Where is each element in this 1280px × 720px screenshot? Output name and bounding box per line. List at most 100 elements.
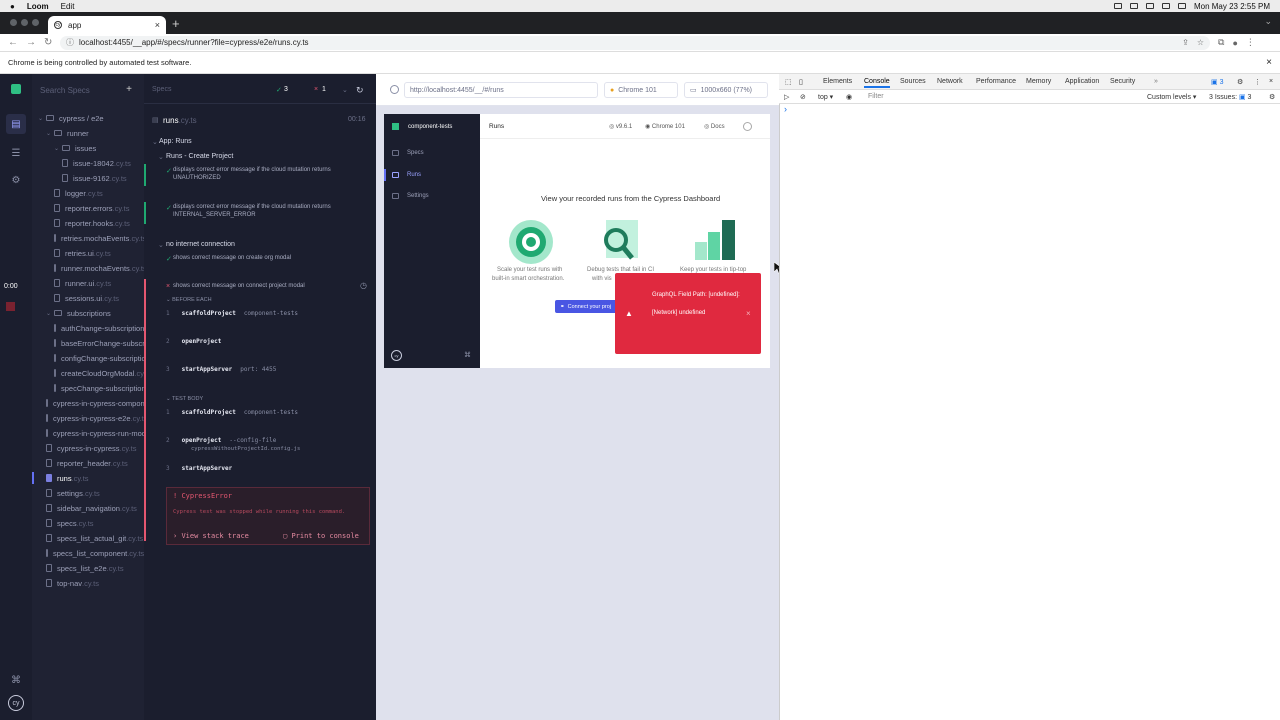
live-expression-icon[interactable]: ◉ [846,93,852,101]
spec-folder-row[interactable]: ⌄ subscriptions [32,306,144,320]
print-to-console-button[interactable]: ▢ Print to console [283,532,359,540]
status-icon[interactable] [1145,3,1154,9]
devtools-settings-icon[interactable]: ⚙ [1237,78,1243,86]
log-levels-dropdown[interactable]: Custom levels ▾ [1147,93,1196,101]
spec-file-row[interactable]: reporter.hooks .cy.ts [32,216,144,230]
specs-nav-icon[interactable]: ▤ [9,118,23,130]
preview-nav-runs[interactable]: Runs [392,172,421,178]
chevron-down-icon[interactable]: ⌄ [158,241,164,249]
tab-search-icon[interactable]: ⌄ [1264,16,1272,27]
test-title[interactable]: displays correct error message if the cl… [173,167,331,173]
devtools-tab-application[interactable]: Application [1065,78,1099,85]
command-row[interactable]: 2 openProject --config-file [166,437,276,444]
keyboard-shortcuts-icon[interactable]: ⌘ [464,351,471,359]
sub-suite-title[interactable]: Runs - Create Project [166,153,233,160]
spec-file-row[interactable]: configChange-subscription.cy.ts [32,351,144,365]
issues-badge[interactable]: ▣ 3 [1211,78,1223,86]
devtools-tab-network[interactable]: Network [937,78,963,85]
window-close-icon[interactable] [10,19,17,26]
devtools-tab-console[interactable]: Console [864,78,890,88]
infobar-close-icon[interactable]: × [1266,57,1272,68]
browser-tab[interactable]: cy app × [48,16,166,34]
devtools-close-icon[interactable]: × [1269,78,1273,85]
spec-file-row[interactable]: cypress-in-cypress-component.cy.ts [32,396,144,410]
new-spec-button[interactable]: + [126,84,132,95]
spec-file-row[interactable]: logger .cy.ts [32,186,144,200]
reload-icon[interactable]: ↻ [44,37,54,48]
project-logo-icon[interactable] [11,84,21,94]
runs-nav-icon[interactable]: ☰ [9,147,23,159]
spec-file-row[interactable]: top-nav .cy.ts [32,576,144,590]
chevron-down-icon[interactable]: ⌄ [158,153,164,161]
window-minimize-icon[interactable] [21,19,28,26]
menubar-datetime[interactable]: Mon May 23 2:55 PM [1194,2,1270,11]
battery-icon[interactable] [1161,3,1170,9]
status-icon[interactable] [1129,3,1138,9]
test-title[interactable]: displays correct error message if the cl… [173,204,331,210]
status-icon[interactable] [1113,3,1122,9]
settings-nav-icon[interactable]: ⚙ [9,174,23,186]
tab-close-icon[interactable]: × [155,20,160,30]
test-title[interactable]: shows correct message on create org moda… [173,255,291,261]
device-toolbar-icon[interactable]: ▯ [799,78,803,86]
viewport-info[interactable]: ▭ 1000x660 (77%) [684,82,768,98]
spec-file-row[interactable]: settings .cy.ts [32,486,144,500]
more-tabs-icon[interactable]: » [1154,78,1158,85]
test-title[interactable]: shows correct message on connect project… [173,283,305,289]
preview-browser[interactable]: ◉ Chrome 101 [645,123,685,130]
view-stack-trace-button[interactable]: › View stack trace [173,532,249,540]
suite-title[interactable]: App: Runs [159,138,192,145]
spec-file-row[interactable]: specs_list_e2e .cy.ts [32,561,144,575]
address-bar[interactable]: ⓘ localhost:4455/__app/#/specs/runner?fi… [60,35,1210,50]
rerun-icon[interactable]: ↻ [356,85,364,96]
forward-icon[interactable]: → [26,37,36,48]
share-icon[interactable]: ⇪ [1182,38,1189,47]
devtools-tab-memory[interactable]: Memory [1026,78,1051,85]
clear-console-icon[interactable]: ⊘ [800,93,806,101]
command-row[interactable]: 1 scaffoldProject component-tests [166,310,298,317]
toast-close-icon[interactable]: × [746,309,751,318]
devtools-tab-elements[interactable]: Elements [823,78,852,85]
bookmark-star-icon[interactable]: ☆ [1197,38,1204,47]
record-stop-icon[interactable] [6,302,15,311]
spec-file-row[interactable]: createCloudOrgModal.cy.ts [32,366,144,380]
spec-file-row[interactable]: reporter_header .cy.ts [32,456,144,470]
devtools-tab-sources[interactable]: Sources [900,78,926,85]
menu-icon[interactable]: ⋮ [1246,37,1255,48]
keyboard-shortcuts-icon[interactable]: ⌘ [9,674,23,686]
spec-file-row[interactable]: runs .cy.ts [32,471,144,485]
preview-nav-settings[interactable]: Settings [392,193,429,199]
spec-file-row[interactable]: cypress-in-cypress-run-mode.cy.ts [32,426,144,440]
preview-docs[interactable]: ◎ Docs [704,123,725,130]
spec-file-row[interactable]: authChange-subscription.cy.ts [32,321,144,335]
spec-file-row[interactable]: specs_list_actual_git .cy.ts [32,531,144,545]
spec-file-row[interactable]: issue-18042 .cy.ts [32,156,144,170]
menubar-app-name[interactable]: Loom [27,2,49,11]
chevron-down-icon[interactable]: ⌄ [152,138,158,146]
spec-file-row[interactable]: specs_list_component .cy.ts [32,546,144,560]
hook-title[interactable]: ⌄ TEST BODY [166,396,203,402]
clock-icon[interactable]: ◷ [360,281,367,290]
spec-file-row[interactable]: sessions.ui .cy.ts [32,291,144,305]
command-row[interactable]: 3 startAppServer port: 4455 [166,366,276,373]
extensions-icon[interactable]: ⧉ [1218,37,1224,48]
connect-project-button[interactable]: ⚭ Connect your proj [555,300,617,313]
spec-file-row[interactable]: sidebar_navigation .cy.ts [32,501,144,515]
inspect-element-icon[interactable]: ⬚ [785,78,792,86]
devtools-menu-icon[interactable]: ⋮ [1254,78,1261,86]
spec-file-row[interactable]: baseErrorChange-subscription.cy.ts [32,336,144,350]
reporter-specs-label[interactable]: Specs [152,86,171,93]
wifi-icon[interactable] [1177,3,1186,9]
console-prompt[interactable]: › [784,104,787,114]
spec-folder-row[interactable]: ⌄ cypress / e2e [32,111,144,125]
cypress-logo-icon[interactable]: cy [8,695,24,711]
spec-file-row[interactable]: specs .cy.ts [32,516,144,530]
spec-file-row[interactable]: specChange-subscription.cy.ts [32,381,144,395]
spec-file-row[interactable]: reporter.errors .cy.ts [32,201,144,215]
chevron-down-icon[interactable]: ⌄ [342,86,348,94]
context-selector[interactable]: top ▾ [818,93,833,101]
preview-project-name[interactable]: component-tests [408,124,452,130]
command-row[interactable]: 1 scaffoldProject component-tests [166,409,298,416]
apple-icon[interactable]: ● [10,2,15,11]
menubar-edit[interactable]: Edit [61,2,75,11]
